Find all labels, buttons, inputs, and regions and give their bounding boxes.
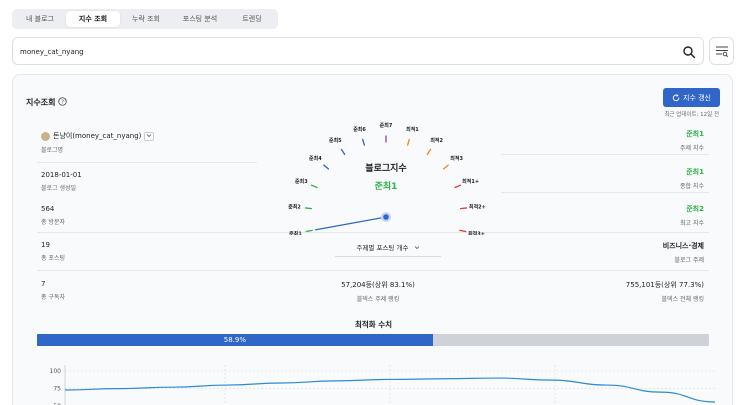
avatar xyxy=(41,131,50,141)
gauge-tick-label: 최적2+ xyxy=(469,204,486,211)
divider xyxy=(501,154,709,155)
blog-name-block: 돈냥이(money_cat_nyang) 블로그명 xyxy=(41,131,155,154)
gauge-tick-label: 최적1 xyxy=(406,126,419,133)
index-card: 지수조회 ? 지수 갱신 최근 업데이트: 12일 전 돈냥이(money_ca… xyxy=(12,74,733,405)
gauge-tick xyxy=(459,229,467,233)
tab-post-analysis[interactable]: 포스팅 분석 xyxy=(172,11,228,27)
subscribers-block: 7 총 구독자 xyxy=(41,280,65,301)
gauge-tick-label: 준최7 xyxy=(380,122,393,129)
total-rank: 755,101등(상위 77.3%) xyxy=(625,281,704,289)
tab-trending[interactable]: 트렌딩 xyxy=(228,11,276,27)
topic-select-label: 주제별 포스팅 개수 xyxy=(356,244,409,252)
refresh-index-button[interactable]: 지수 갱신 xyxy=(663,88,720,107)
blog-created-label: 블로그 생성일 xyxy=(41,185,77,192)
gauge-tick xyxy=(340,148,346,156)
card-title: 지수조회 xyxy=(26,98,56,107)
gauge-hub xyxy=(383,214,389,220)
visitors-block: 564 총 방문자 xyxy=(41,205,65,226)
gauge-tick xyxy=(362,138,366,146)
gauge-title: 블로그지수 xyxy=(365,164,407,174)
total-index-block: 준최1 종합 지수 xyxy=(680,167,704,190)
blog-topic-label: 블로그 주제 xyxy=(674,257,704,264)
y-tick-label: 75 xyxy=(53,386,61,393)
search-input[interactable] xyxy=(20,44,660,60)
topic-index-label: 주제 지수 xyxy=(680,145,704,152)
refresh-label: 지수 갱신 xyxy=(683,93,711,102)
gauge-tick-label: 준최4 xyxy=(309,155,322,162)
gauge-tick-label: 준최5 xyxy=(329,137,342,144)
gauge-tick-label: 최적3+ xyxy=(468,230,485,235)
visitors-label: 총 방문자 xyxy=(41,219,65,226)
search-icon[interactable] xyxy=(682,45,696,59)
optimization-trend-chart: 1007550 xyxy=(50,365,715,405)
gauge-tick-label: 준최6 xyxy=(353,126,366,133)
gauge-tick-label: 최적2 xyxy=(430,137,443,144)
last-update: 최근 업데이트: 12일 전 xyxy=(664,112,719,118)
tab-missing-lookup[interactable]: 누락 조회 xyxy=(120,11,172,27)
topic-rank-label: 블덱스 주제 랭킹 xyxy=(356,296,400,303)
gauge-tick xyxy=(454,184,462,189)
optimization-progress-bar: 58.9% xyxy=(37,334,709,346)
blog-topic: 비즈니스·경제 xyxy=(662,242,704,250)
refresh-icon xyxy=(672,93,680,101)
gauge-tick-label: 준최3 xyxy=(295,178,308,185)
gauge-tick xyxy=(304,207,313,210)
chevron-down-icon xyxy=(414,246,419,250)
tab-index-lookup[interactable]: 지수 조회 xyxy=(66,11,120,27)
topic-rank-block: 57,204등(상위 83.1%) 블덱스 주제 랭킹 xyxy=(313,280,443,303)
blog-created: 2018-01-01 xyxy=(41,171,82,179)
posts-block: 19 총 포스팅 xyxy=(41,241,65,262)
help-icon[interactable]: ? xyxy=(58,97,67,106)
gauge-tick xyxy=(310,184,318,189)
divider xyxy=(37,162,257,163)
tab-bar: 내 블로그 지수 조회 누락 조회 포스팅 분석 트렌딩 xyxy=(12,9,278,29)
gauge-tick xyxy=(305,229,313,233)
blog-name: 돈냥이(money_cat_nyang) xyxy=(53,132,142,140)
optimization-value: 58.9% xyxy=(223,336,247,344)
topic-index: 준최1 xyxy=(686,130,704,138)
gauge-tick xyxy=(442,164,449,170)
filter-button[interactable] xyxy=(709,37,734,65)
svg-text:?: ? xyxy=(61,100,64,106)
gauge-needle xyxy=(315,216,387,231)
gauge-tick-label: 준최2 xyxy=(288,204,301,211)
gauge-tick xyxy=(459,207,468,210)
topic-post-count-select[interactable]: 주제별 포스팅 개수 xyxy=(335,240,441,257)
gauge-tick-label: 최적3 xyxy=(450,155,463,162)
total-index-label: 종합 지수 xyxy=(680,183,704,190)
search-box xyxy=(12,37,704,65)
max-index-block: 준최2 최고 지수 xyxy=(680,204,704,227)
blog-name-label: 블로그명 xyxy=(41,147,64,154)
divider xyxy=(37,270,709,271)
tab-my-blog[interactable]: 내 블로그 xyxy=(14,11,66,27)
total-rank-label: 블덱스 전체 랭킹 xyxy=(661,296,704,303)
gauge-tick xyxy=(426,148,432,156)
blog-dropdown[interactable] xyxy=(144,131,155,141)
gauge-tick-label: 최적1+ xyxy=(462,178,479,185)
total-index: 준최1 xyxy=(686,168,704,176)
max-index: 준최2 xyxy=(686,205,704,213)
gauge-tick-label: 준최1 xyxy=(289,230,302,235)
total-rank-block: 755,101등(상위 77.3%) 블덱스 전체 랭킹 xyxy=(626,280,704,303)
y-tick-label: 100 xyxy=(50,368,62,375)
gauge-tick xyxy=(406,138,410,146)
chevron-down-icon xyxy=(147,133,152,137)
gauge-level: 준최1 xyxy=(374,182,398,192)
divider xyxy=(501,192,709,193)
max-index-label: 최고 지수 xyxy=(680,220,704,227)
blog-topic-block: 비즈니스·경제 블로그 주제 xyxy=(663,241,704,264)
subscribers-label: 총 구독자 xyxy=(41,294,65,301)
posts-label: 총 포스팅 xyxy=(41,255,65,262)
topic-index-block: 준최1 주제 지수 xyxy=(680,129,704,152)
optimization-title: 최적화 수치 xyxy=(354,320,393,329)
visitors-count: 564 xyxy=(41,205,55,213)
blog-created-block: 2018-01-01 블로그 생성일 xyxy=(41,171,82,192)
topic-rank: 57,204등(상위 83.1%) xyxy=(341,281,415,289)
filter-list-icon xyxy=(716,46,728,57)
gauge-tick xyxy=(323,164,330,170)
posts-count: 19 xyxy=(41,241,50,249)
subscribers-count: 7 xyxy=(41,280,46,288)
